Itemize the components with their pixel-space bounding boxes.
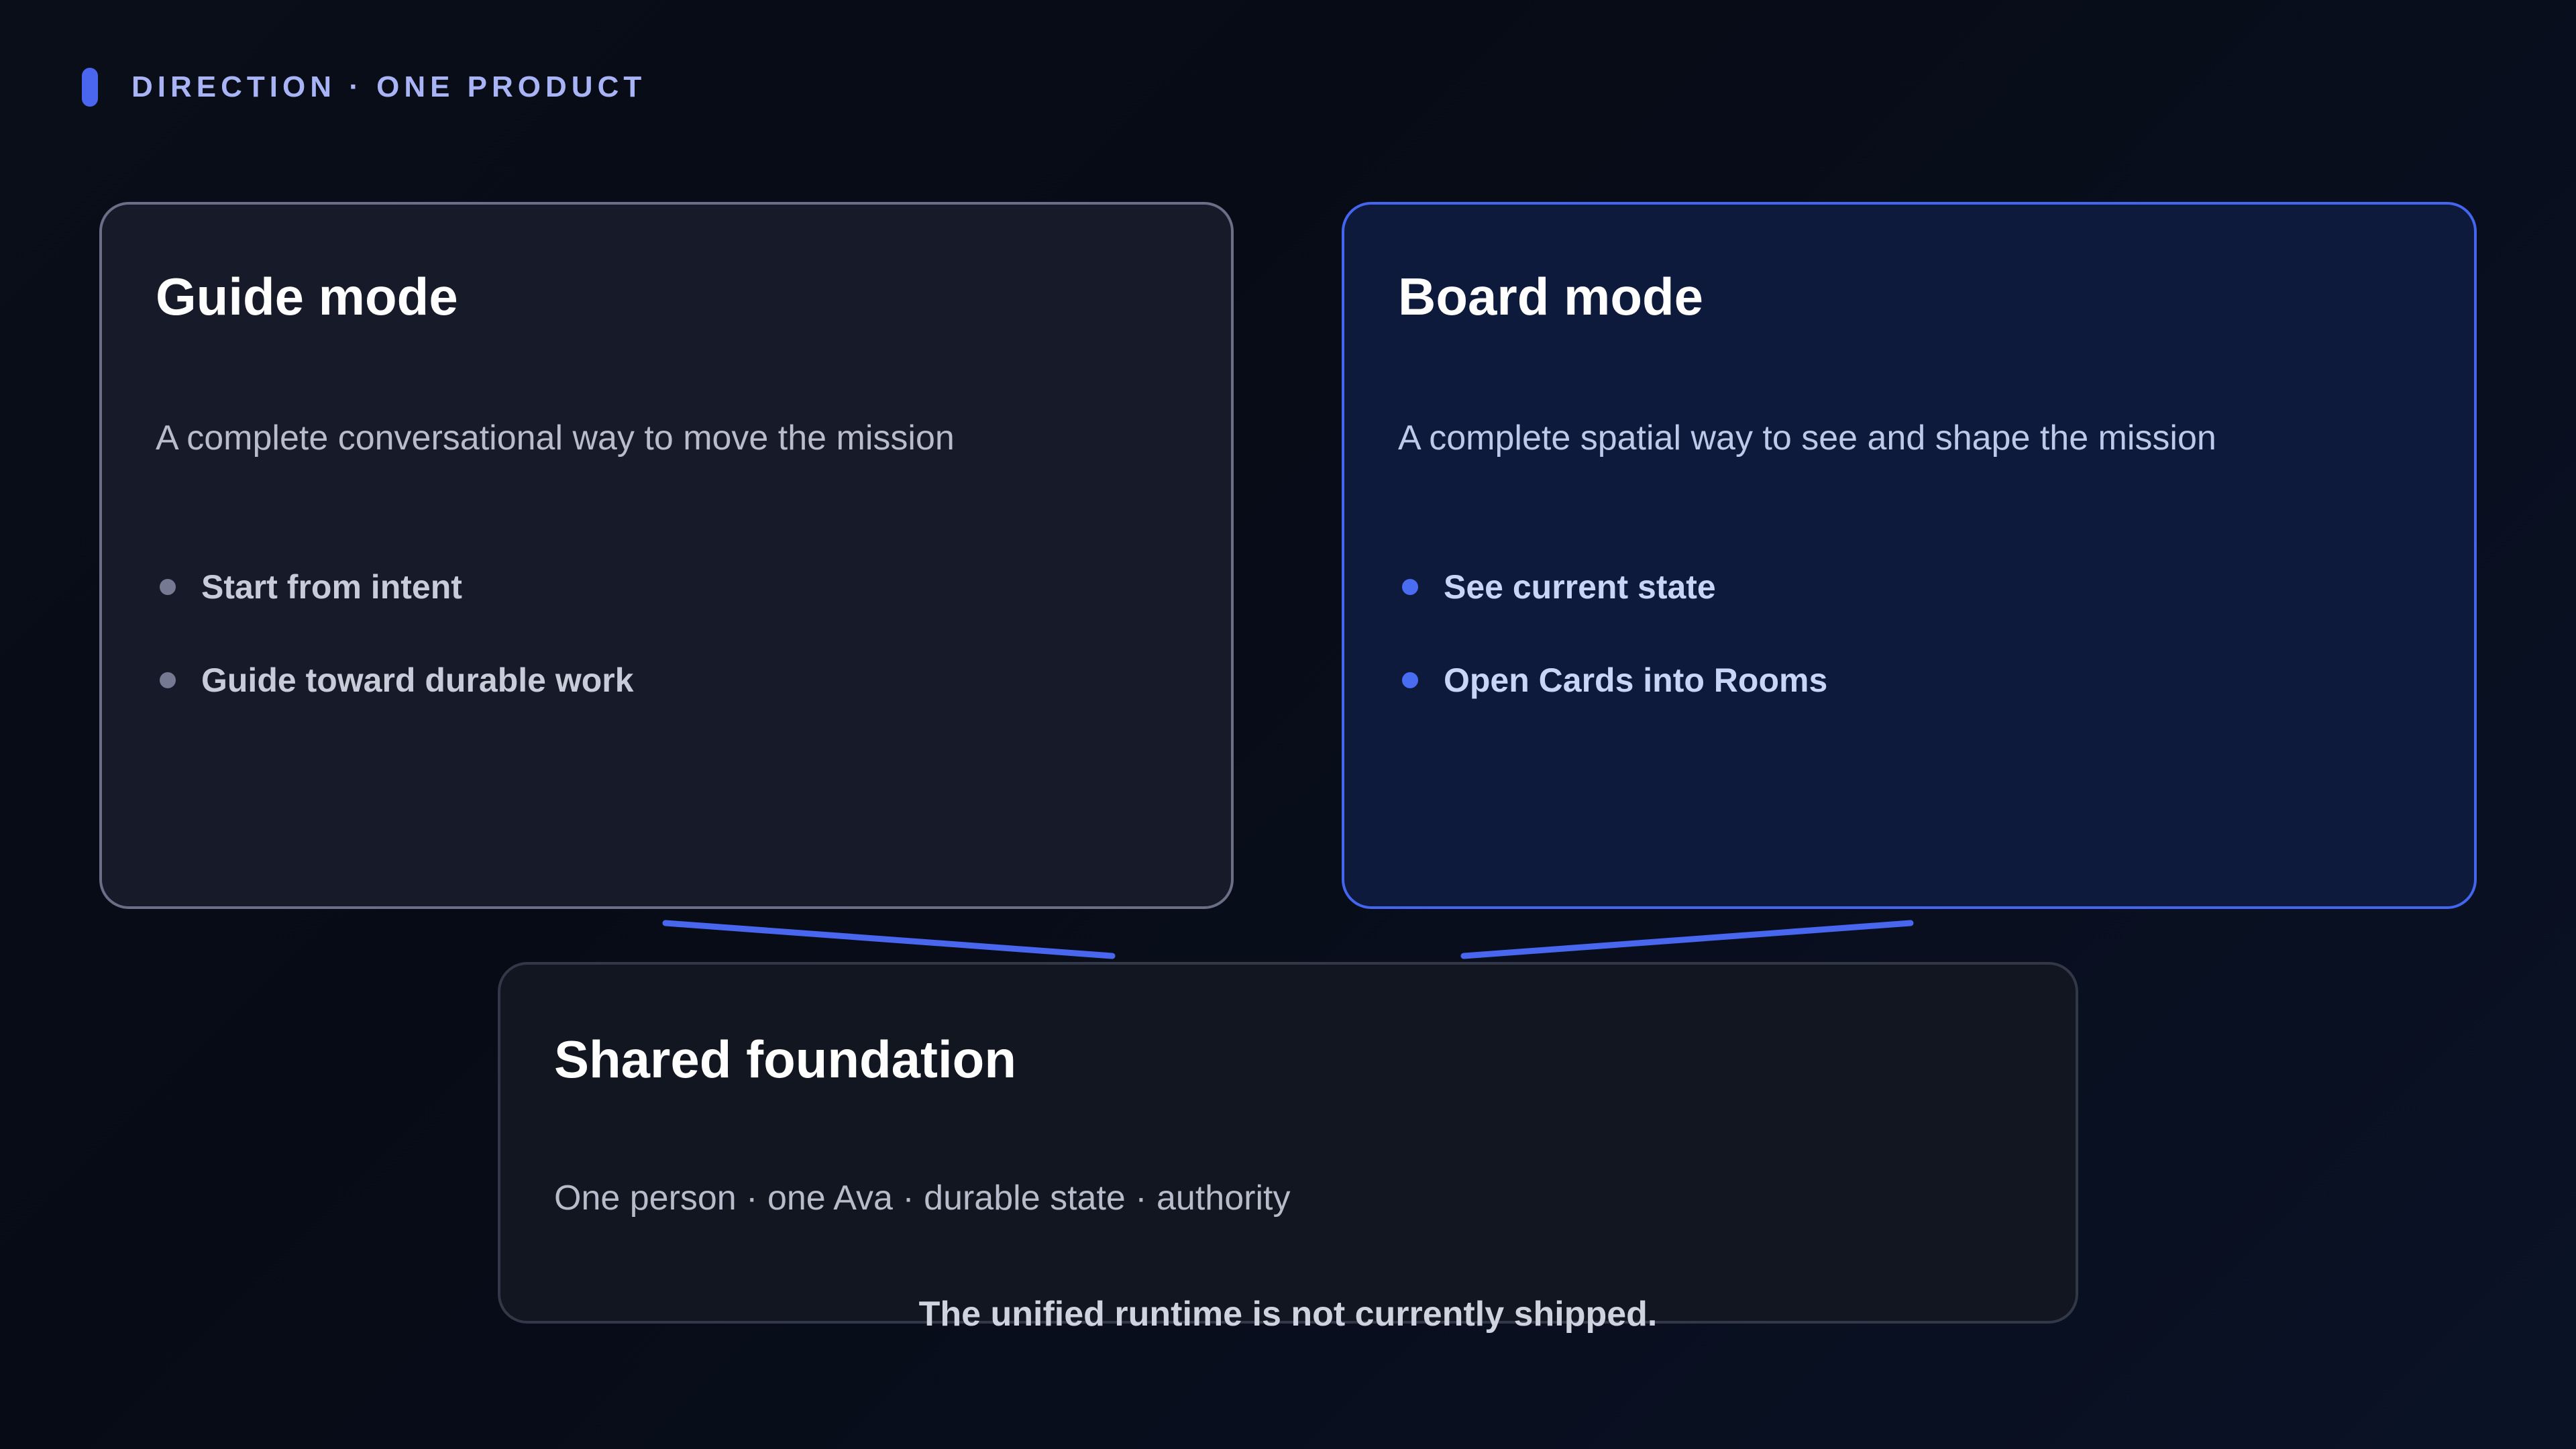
bullet-text: Start from intent (201, 568, 462, 606)
shared-foundation-card: Shared foundation One person · one Ava ·… (498, 962, 2078, 1324)
accent-bar (82, 68, 98, 107)
board-mode-card: Board mode A complete spatial way to see… (1342, 202, 2477, 909)
guide-mode-description: A complete conversational way to move th… (156, 419, 955, 458)
guide-mode-bullets: Start from intent Guide toward durable w… (156, 567, 634, 753)
bullet-dot-icon (160, 579, 176, 595)
list-item: Open Cards into Rooms (1398, 660, 1827, 700)
board-mode-bullets: See current state Open Cards into Rooms (1398, 567, 1827, 753)
eyebrow-label: DIRECTION · ONE PRODUCT (131, 70, 647, 103)
guide-mode-card: Guide mode A complete conversational way… (99, 202, 1234, 909)
list-item: See current state (1398, 567, 1827, 607)
section-eyebrow: DIRECTION · ONE PRODUCT (82, 67, 646, 107)
bullet-dot-icon (1402, 579, 1418, 595)
footnote: The unified runtime is not currently shi… (918, 1295, 1658, 1334)
bullet-text: See current state (1444, 568, 1716, 606)
guide-connector-line (662, 920, 1116, 959)
bullet-dot-icon (1402, 672, 1418, 688)
shared-foundation-description: One person · one Ava · durable state · a… (554, 1179, 1291, 1218)
shared-foundation-title: Shared foundation (554, 1030, 1016, 1089)
bullet-text: Guide toward durable work (201, 661, 634, 699)
board-mode-description: A complete spatial way to see and shape … (1398, 419, 2216, 458)
list-item: Start from intent (156, 567, 634, 607)
guide-mode-title: Guide mode (156, 267, 458, 326)
bullet-dot-icon (160, 672, 176, 688)
bullet-text: Open Cards into Rooms (1444, 661, 1828, 699)
list-item: Guide toward durable work (156, 660, 634, 700)
board-connector-line (1460, 920, 1914, 959)
board-mode-title: Board mode (1398, 267, 1704, 326)
